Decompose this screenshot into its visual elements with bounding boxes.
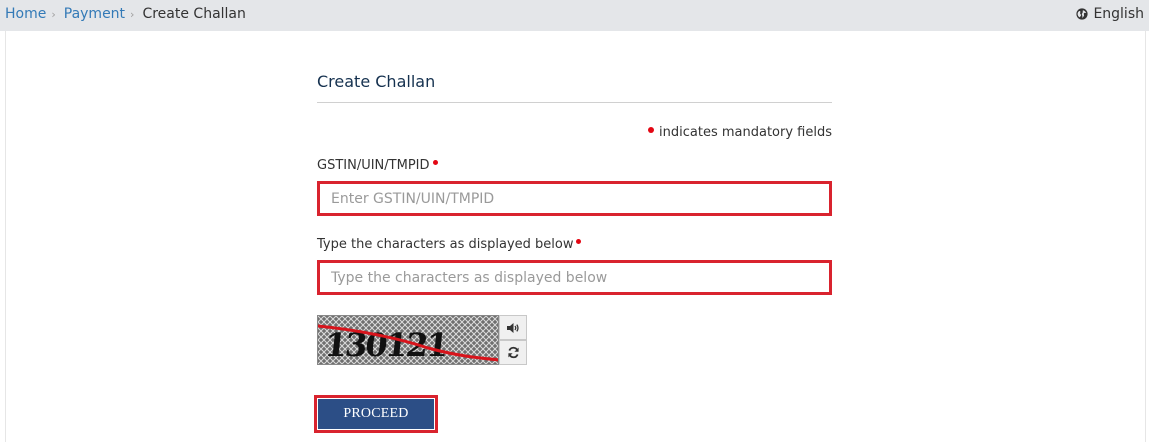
required-dot-icon (432, 160, 438, 165)
captcha-input-label: Type the characters as displayed below (317, 237, 582, 252)
proceed-highlight: PROCEED (314, 395, 438, 433)
breadcrumb-home-link[interactable]: Home (5, 6, 46, 22)
captcha-refresh-button[interactable] (499, 340, 527, 365)
globe-icon (1076, 8, 1089, 20)
refresh-icon (507, 346, 519, 359)
language-selector[interactable]: English (1076, 6, 1144, 22)
top-bar: Home › Payment › Create Challan English (0, 0, 1149, 31)
breadcrumb-current: Create Challan (142, 6, 246, 22)
breadcrumb: Home › Payment › Create Challan (5, 6, 246, 22)
title-divider (317, 102, 832, 103)
proceed-button[interactable]: PROCEED (317, 398, 435, 430)
required-dot-icon (576, 239, 582, 244)
captcha-text: 130121 (323, 326, 449, 364)
mandatory-note: indicates mandatory fields (648, 125, 832, 140)
breadcrumb-payment-link[interactable]: Payment (64, 6, 125, 22)
page-title: Create Challan (317, 72, 436, 91)
language-label: English (1093, 6, 1144, 22)
breadcrumb-separator-icon: › (130, 7, 135, 21)
mandatory-note-text: indicates mandatory fields (659, 125, 832, 140)
breadcrumb-separator-icon: › (51, 7, 56, 21)
captcha-input[interactable] (317, 260, 832, 295)
speaker-icon (507, 322, 519, 333)
captcha-image: 130121 (317, 315, 499, 365)
gstin-label: GSTIN/UIN/TMPID (317, 158, 438, 173)
gstin-input[interactable] (317, 181, 832, 216)
mandatory-dot-icon (648, 126, 655, 133)
captcha-input-label-text: Type the characters as displayed below (317, 237, 574, 252)
gstin-label-text: GSTIN/UIN/TMPID (317, 158, 430, 173)
captcha-audio-button[interactable] (499, 315, 527, 340)
